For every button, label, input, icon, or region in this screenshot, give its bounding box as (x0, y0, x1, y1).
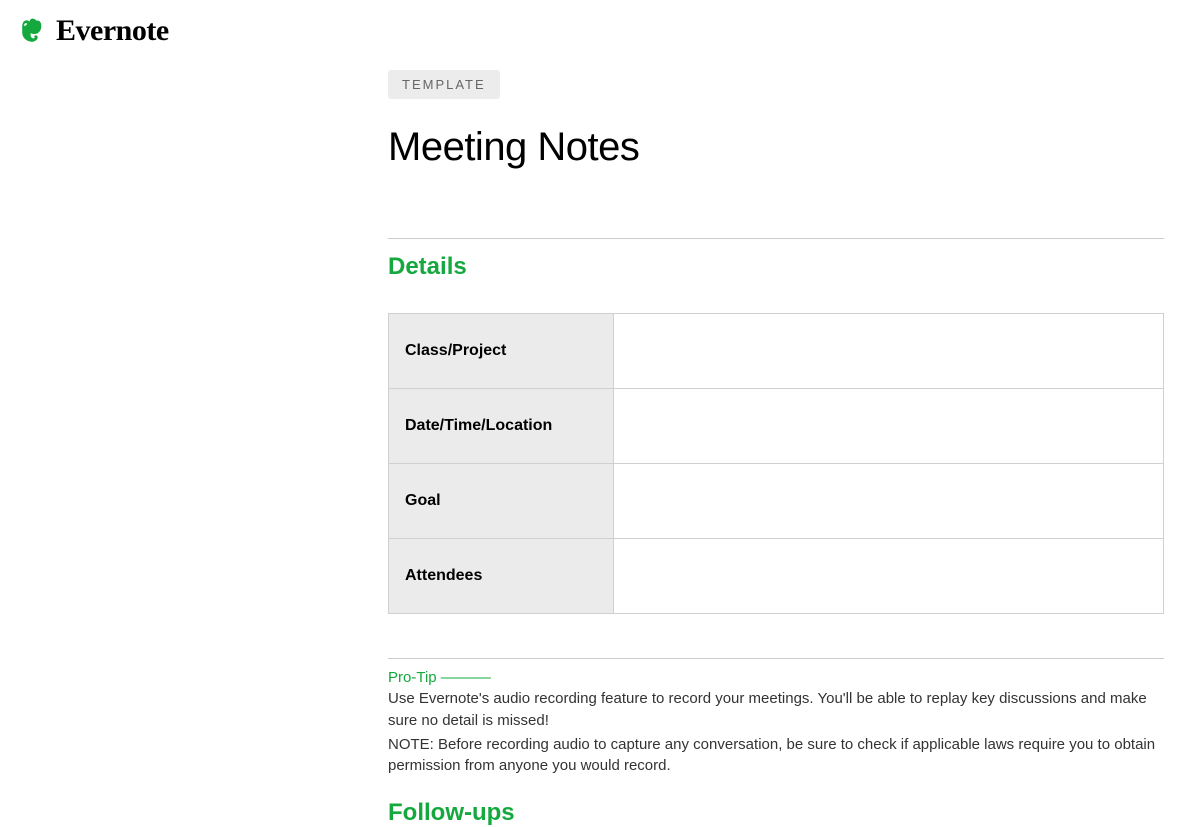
details-table: Class/Project Date/Time/Location Goal At… (388, 313, 1164, 614)
table-row: Date/Time/Location (389, 389, 1164, 464)
row-value-attendees[interactable] (614, 539, 1164, 614)
row-label-date-time-location: Date/Time/Location (389, 389, 614, 464)
row-value-goal[interactable] (614, 464, 1164, 539)
template-content: TEMPLATE Meeting Notes Details Class/Pro… (388, 62, 1164, 827)
evernote-elephant-icon (18, 17, 46, 45)
template-badge: TEMPLATE (388, 70, 500, 99)
row-label-attendees: Attendees (389, 539, 614, 614)
pro-tip-note: NOTE: Before recording audio to capture … (388, 734, 1164, 778)
brand-name: Evernote (56, 14, 169, 48)
section-divider (388, 658, 1164, 659)
row-label-class-project: Class/Project (389, 314, 614, 389)
followups-heading: Follow-ups (388, 799, 1164, 827)
row-value-date-time-location[interactable] (614, 389, 1164, 464)
app-header: Evernote (0, 0, 1200, 62)
section-divider (388, 238, 1164, 239)
details-heading: Details (388, 253, 1164, 281)
table-row: Goal (389, 464, 1164, 539)
pro-tip-text: Use Evernote's audio recording feature t… (388, 688, 1164, 732)
table-row: Class/Project (389, 314, 1164, 389)
table-row: Attendees (389, 539, 1164, 614)
row-label-goal: Goal (389, 464, 614, 539)
page-title: Meeting Notes (388, 125, 1164, 170)
pro-tip-label: Pro-Tip –––––– (388, 669, 1164, 686)
row-value-class-project[interactable] (614, 314, 1164, 389)
